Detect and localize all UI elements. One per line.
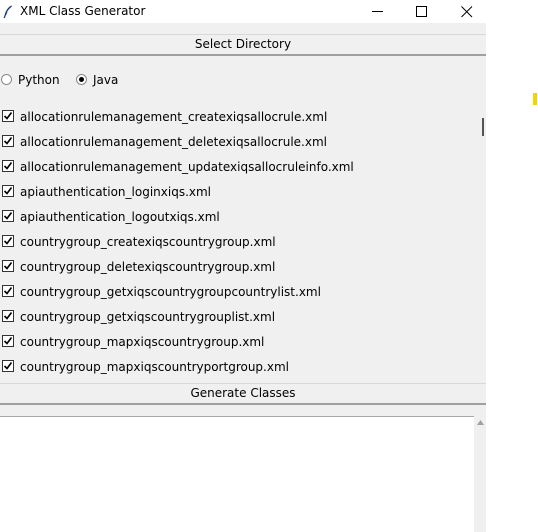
file-checkbox[interactable]	[2, 235, 14, 247]
file-checkbox[interactable]	[2, 210, 14, 222]
radio-java-label: Java	[93, 73, 119, 87]
minimize-button[interactable]	[355, 0, 401, 23]
file-list: allocationrulemanagement_createxiqsalloc…	[0, 104, 478, 374]
file-list-item[interactable]: countrygroup_deletexiqscountrygroup.xml	[2, 257, 472, 277]
file-checkbox[interactable]	[2, 310, 14, 322]
close-icon	[461, 6, 473, 18]
maximize-icon	[416, 6, 427, 17]
file-list-scroll-thumb[interactable]	[482, 118, 484, 136]
file-checkbox[interactable]	[2, 135, 14, 147]
file-name-label: countrygroup_deletexiqscountrygroup.xml	[20, 260, 276, 274]
file-checkbox[interactable]	[2, 185, 14, 197]
file-list-item[interactable]: countrygroup_createxiqscountrygroup.xml	[2, 232, 472, 252]
feather-icon	[3, 4, 13, 19]
checkmark-icon	[3, 112, 13, 120]
app-window: XML Class Generator Select Directory Pyt…	[0, 0, 486, 532]
checkmark-icon	[3, 237, 13, 245]
file-name-label: allocationrulemanagement_createxiqsalloc…	[20, 110, 328, 124]
checkmark-icon	[3, 137, 13, 145]
radio-python-label: Python	[18, 73, 60, 87]
file-name-label: countrygroup_createxiqscountrygroup.xml	[20, 235, 276, 249]
generate-classes-button[interactable]: Generate Classes	[0, 383, 486, 405]
file-list-item[interactable]: countrygroup_mapxiqscountrygroup.xml	[2, 332, 472, 352]
file-checkbox[interactable]	[2, 260, 14, 272]
file-name-label: allocationrulemanagement_updatexiqsalloc…	[20, 160, 354, 174]
checkmark-icon	[3, 212, 13, 220]
maximize-button[interactable]	[399, 0, 445, 23]
checkmark-icon	[3, 287, 13, 295]
file-name-label: apiauthentication_loginxiqs.xml	[20, 185, 212, 199]
file-checkbox[interactable]	[2, 160, 14, 172]
file-list-item[interactable]: allocationrulemanagement_createxiqsalloc…	[2, 107, 472, 127]
checkmark-icon	[3, 337, 13, 345]
radio-java-indicator[interactable]	[76, 74, 87, 85]
file-name-label: countrygroup_mapxiqscountrygroup.xml	[20, 335, 265, 349]
file-name-label: apiauthentication_logoutxiqs.xml	[20, 210, 220, 224]
highlight-mark	[533, 93, 537, 105]
file-checkbox[interactable]	[2, 335, 14, 347]
radio-python-indicator[interactable]	[1, 74, 12, 85]
file-name-label: countrygroup_getxiqscountrygrouplist.xml	[20, 310, 276, 324]
checkmark-icon	[3, 187, 13, 195]
title-bar[interactable]: XML Class Generator	[0, 0, 486, 23]
file-list-item[interactable]: allocationrulemanagement_updatexiqsalloc…	[2, 157, 472, 177]
checkmark-icon	[3, 262, 13, 270]
file-list-item[interactable]: countrygroup_getxiqscountrygroupcountryl…	[2, 282, 472, 302]
file-checkbox[interactable]	[2, 285, 14, 297]
file-checkbox[interactable]	[2, 360, 14, 372]
file-list-item[interactable]: apiauthentication_loginxiqs.xml	[2, 182, 472, 202]
file-name-label: countrygroup_mapxiqscountryportgroup.xml	[20, 360, 289, 374]
file-checkbox[interactable]	[2, 110, 14, 122]
file-list-item[interactable]: allocationrulemanagement_deletexiqsalloc…	[2, 132, 472, 152]
checkmark-icon	[3, 162, 13, 170]
file-list-item[interactable]: countrygroup_getxiqscountrygrouplist.xml	[2, 307, 472, 327]
file-name-label: allocationrulemanagement_deletexiqsalloc…	[20, 135, 327, 149]
minimize-icon	[372, 11, 383, 12]
checkmark-icon	[3, 312, 13, 320]
file-list-item[interactable]: apiauthentication_logoutxiqs.xml	[2, 207, 472, 227]
scroll-up-arrow-icon[interactable]	[477, 420, 484, 425]
file-list-scrollbar[interactable]	[478, 104, 486, 374]
checkmark-icon	[3, 362, 13, 370]
file-name-label: countrygroup_getxiqscountrygroupcountryl…	[20, 285, 321, 299]
close-button[interactable]	[444, 0, 486, 23]
window-title: XML Class Generator	[20, 4, 146, 18]
select-directory-button[interactable]: Select Directory	[0, 34, 486, 56]
output-textarea[interactable]	[0, 416, 474, 532]
file-list-item[interactable]: countrygroup_mapxiqscountryportgroup.xml	[2, 357, 472, 374]
output-scrollbar[interactable]	[474, 416, 486, 532]
